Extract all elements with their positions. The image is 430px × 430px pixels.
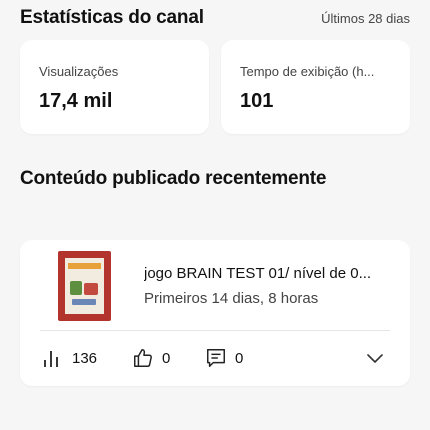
views-stat-card[interactable]: Visualizações 17,4 mil xyxy=(20,40,209,134)
likes-metric: 0 xyxy=(132,346,170,370)
comments-count: 0 xyxy=(235,349,244,367)
channel-stats-header: Estatísticas do canal Últimos 28 dias xyxy=(20,6,410,30)
video-subtitle: Primeiros 14 dias, 8 horas xyxy=(144,290,319,307)
likes-count: 0 xyxy=(162,349,171,367)
watch-time-stat-card[interactable]: Tempo de exibição (h... 101 xyxy=(221,40,410,134)
chevron-down-icon[interactable] xyxy=(365,348,385,368)
bar-chart-icon xyxy=(44,351,58,367)
page-title: Estatísticas do canal xyxy=(20,7,204,28)
thumbnail-banner xyxy=(68,263,101,269)
views-count: 136 xyxy=(72,349,98,367)
views-stat-label: Visualizações xyxy=(39,64,119,79)
thumbnail-figure xyxy=(72,299,96,305)
thumbnail-figure xyxy=(84,283,98,295)
video-title[interactable]: jogo BRAIN TEST 01/ nível de 0... xyxy=(144,265,392,282)
thumbnail-figure xyxy=(70,281,82,295)
comment-icon xyxy=(207,349,225,367)
recent-video-card[interactable]: jogo BRAIN TEST 01/ nível de 0... Primei… xyxy=(20,240,410,386)
watch-time-stat-value: 101 xyxy=(240,90,274,112)
video-thumbnail[interactable] xyxy=(58,251,111,321)
period-label: Últimos 28 dias xyxy=(321,10,410,26)
divider xyxy=(40,330,390,331)
recent-content-title: Conteúdo publicado recentemente xyxy=(20,168,327,189)
views-metric: 136 xyxy=(42,346,97,370)
thumbs-up-icon xyxy=(134,349,152,367)
views-stat-value: 17,4 mil xyxy=(39,90,113,112)
watch-time-stat-label: Tempo de exibição (h... xyxy=(240,64,375,79)
comments-metric: 0 xyxy=(205,346,243,370)
